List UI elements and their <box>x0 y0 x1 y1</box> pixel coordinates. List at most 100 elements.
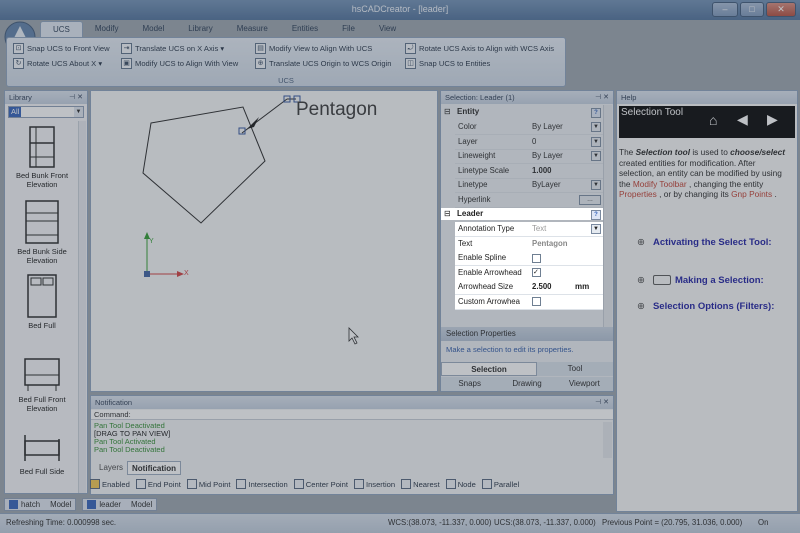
tab-ucs[interactable]: UCS <box>40 21 83 37</box>
snap-mid-point[interactable]: Mid Point <box>186 479 230 489</box>
pin-icon[interactable]: ⊣ ✕ <box>595 396 609 409</box>
tab-tool[interactable]: Tool <box>537 362 613 376</box>
tab-measure[interactable]: Measure <box>225 21 280 37</box>
help-topic-making[interactable]: ⊕ Making a Selection: <box>637 275 787 286</box>
property-value[interactable]: Text <box>532 224 546 233</box>
expand-icon[interactable]: ⊕ <box>637 237 645 248</box>
chevron-down-icon[interactable]: ▼ <box>74 107 83 117</box>
unit-label[interactable]: mm <box>575 282 589 291</box>
property-row[interactable]: Linetype Scale 1.000 <box>455 164 603 179</box>
modify-view-align-button[interactable]: ▤ Modify View to Align With UCS <box>255 41 372 55</box>
tab-notification[interactable]: Notification <box>127 461 182 475</box>
tab-layers[interactable]: Layers <box>95 461 127 475</box>
property-row[interactable]: Lineweight By Layer ▼ <box>455 149 603 165</box>
snap-nearest[interactable]: Nearest <box>401 479 440 489</box>
property-row[interactable]: Layer 0 ▼ <box>455 135 603 150</box>
expand-icon[interactable]: ⊕ <box>637 301 645 312</box>
snap-intersection[interactable]: Intersection <box>236 479 288 489</box>
property-row[interactable]: Annotation Type Text ▼ <box>455 222 603 237</box>
command-input[interactable]: Command: <box>91 410 613 420</box>
drawing-canvas[interactable]: Pentagon Y X <box>90 90 438 392</box>
library-item[interactable]: Bed Bunk Front Elevation <box>9 125 75 189</box>
collapse-icon[interactable]: ⊟ <box>444 106 451 118</box>
chevron-down-icon[interactable]: ▼ <box>591 151 601 162</box>
tab-view[interactable]: View <box>367 21 408 37</box>
property-value[interactable]: Pentagon <box>532 239 568 248</box>
gnp-points-link[interactable]: Gnp Points <box>731 189 772 199</box>
snap-end-point[interactable]: End Point <box>135 479 181 489</box>
translate-ucs-x-button[interactable]: ⇥ Translate UCS on X Axis ▾ <box>121 41 224 55</box>
collapse-icon[interactable]: ⊟ <box>444 208 451 220</box>
library-item[interactable]: Bed Full Side <box>9 431 75 476</box>
expand-icon[interactable]: ⊕ <box>637 275 645 286</box>
tab-file[interactable]: File <box>330 21 367 37</box>
help-icon[interactable]: ? <box>591 108 601 118</box>
maximize-button[interactable]: □ <box>740 2 764 17</box>
help-topic-options[interactable]: ⊕ Selection Options (Filters): <box>637 301 787 312</box>
property-row[interactable]: Enable Spline <box>455 251 603 267</box>
property-row[interactable]: Enable Arrowhead ✓ <box>455 265 603 281</box>
snap-node[interactable]: Node <box>445 479 476 489</box>
library-item[interactable]: Bed Full Front Elevation <box>9 353 75 413</box>
forward-icon[interactable]: ▶ <box>767 111 778 128</box>
tab-selection[interactable]: Selection <box>441 362 537 376</box>
snap-insertion[interactable]: Insertion <box>353 479 395 489</box>
document-tab[interactable]: leader Model <box>82 497 158 511</box>
leader-section[interactable]: ⊟ Leader? <box>441 208 603 220</box>
rotate-ucs-about-button[interactable]: ↻ Rotate UCS About X ▾ <box>13 56 102 70</box>
property-value[interactable] <box>532 253 541 263</box>
modify-ucs-align-button[interactable]: ▣ Modify UCS to Align With View <box>121 56 238 70</box>
document-view[interactable]: Model <box>131 500 152 509</box>
library-item[interactable]: Bed Bunk Side Elevation <box>9 199 75 265</box>
property-row[interactable]: Hyperlink… <box>455 193 603 208</box>
modify-toolbar-link[interactable]: Modify Toolbar <box>633 179 687 189</box>
snap-center-point[interactable]: Center Point <box>293 479 348 489</box>
tab-snaps[interactable]: Snaps <box>441 377 498 391</box>
property-value[interactable]: 1.000 <box>532 166 552 175</box>
chevron-down-icon[interactable]: ▼ <box>591 122 601 132</box>
pentagon-shape[interactable] <box>142 106 266 224</box>
help-icon[interactable]: ? <box>591 210 601 220</box>
close-button[interactable]: ✕ <box>766 2 796 17</box>
property-row[interactable]: Custom Arrowhea <box>455 295 603 310</box>
chevron-down-icon[interactable]: ▼ <box>591 224 601 234</box>
status-on[interactable]: On <box>758 518 768 527</box>
property-value[interactable]: By Layer <box>532 151 563 160</box>
property-row[interactable]: Color By Layer ▼ <box>455 120 603 135</box>
document-view[interactable]: Model <box>50 500 71 509</box>
property-value[interactable] <box>532 297 541 307</box>
pin-icon[interactable]: ⊣ ✕ <box>595 91 609 104</box>
library-filter[interactable]: All ▼ <box>8 106 84 118</box>
snap-parallel[interactable]: Parallel <box>481 479 519 489</box>
rotate-axis-wcs-button[interactable]: ⤾ Rotate UCS Axis to Align with WCS Axis <box>405 41 554 55</box>
property-row[interactable]: Linetype ByLayer ▼ <box>455 178 603 194</box>
tab-drawing[interactable]: Drawing <box>498 377 555 391</box>
library-scrollbar[interactable] <box>78 121 86 493</box>
snap-enabled[interactable]: Enabled <box>90 479 130 489</box>
property-value[interactable]: ByLayer <box>532 180 561 189</box>
minimize-button[interactable]: – <box>712 2 738 17</box>
property-value[interactable]: ✓ <box>532 268 541 278</box>
chevron-down-icon[interactable]: ▼ <box>591 180 601 191</box>
property-row[interactable]: Arrowhead Size 2.500 mm <box>455 280 603 296</box>
property-value[interactable]: 2.500 <box>532 282 552 291</box>
chevron-down-icon[interactable]: ▼ <box>591 136 601 147</box>
pin-icon[interactable]: ⊣ ✕ <box>69 91 83 104</box>
snap-entities-button[interactable]: ◫ Snap UCS to Entities <box>405 56 490 70</box>
properties-scrollbar[interactable] <box>603 105 612 327</box>
tab-entities[interactable]: Entities <box>280 21 330 37</box>
property-value[interactable]: By Layer <box>532 122 563 131</box>
browse-button[interactable]: … <box>579 195 601 205</box>
tab-modify[interactable]: Modify <box>83 21 131 37</box>
properties-link[interactable]: Properties <box>619 189 657 199</box>
document-tab[interactable]: hatch Model <box>4 497 77 511</box>
checkbox-checked[interactable]: ✓ <box>532 268 541 278</box>
checkbox[interactable] <box>532 253 541 263</box>
snap-ucs-front-button[interactable]: ⊡ Snap UCS to Front View <box>13 41 110 55</box>
library-item[interactable]: Bed Full <box>9 273 75 330</box>
tab-model[interactable]: Model <box>130 21 176 37</box>
help-topic-activating[interactable]: ⊕ Activating the Select Tool: <box>637 237 787 248</box>
checkbox[interactable] <box>532 297 541 307</box>
tab-viewport[interactable]: Viewport <box>556 377 613 391</box>
translate-origin-button[interactable]: ⊕ Translate UCS Origin to WCS Origin <box>255 56 392 70</box>
